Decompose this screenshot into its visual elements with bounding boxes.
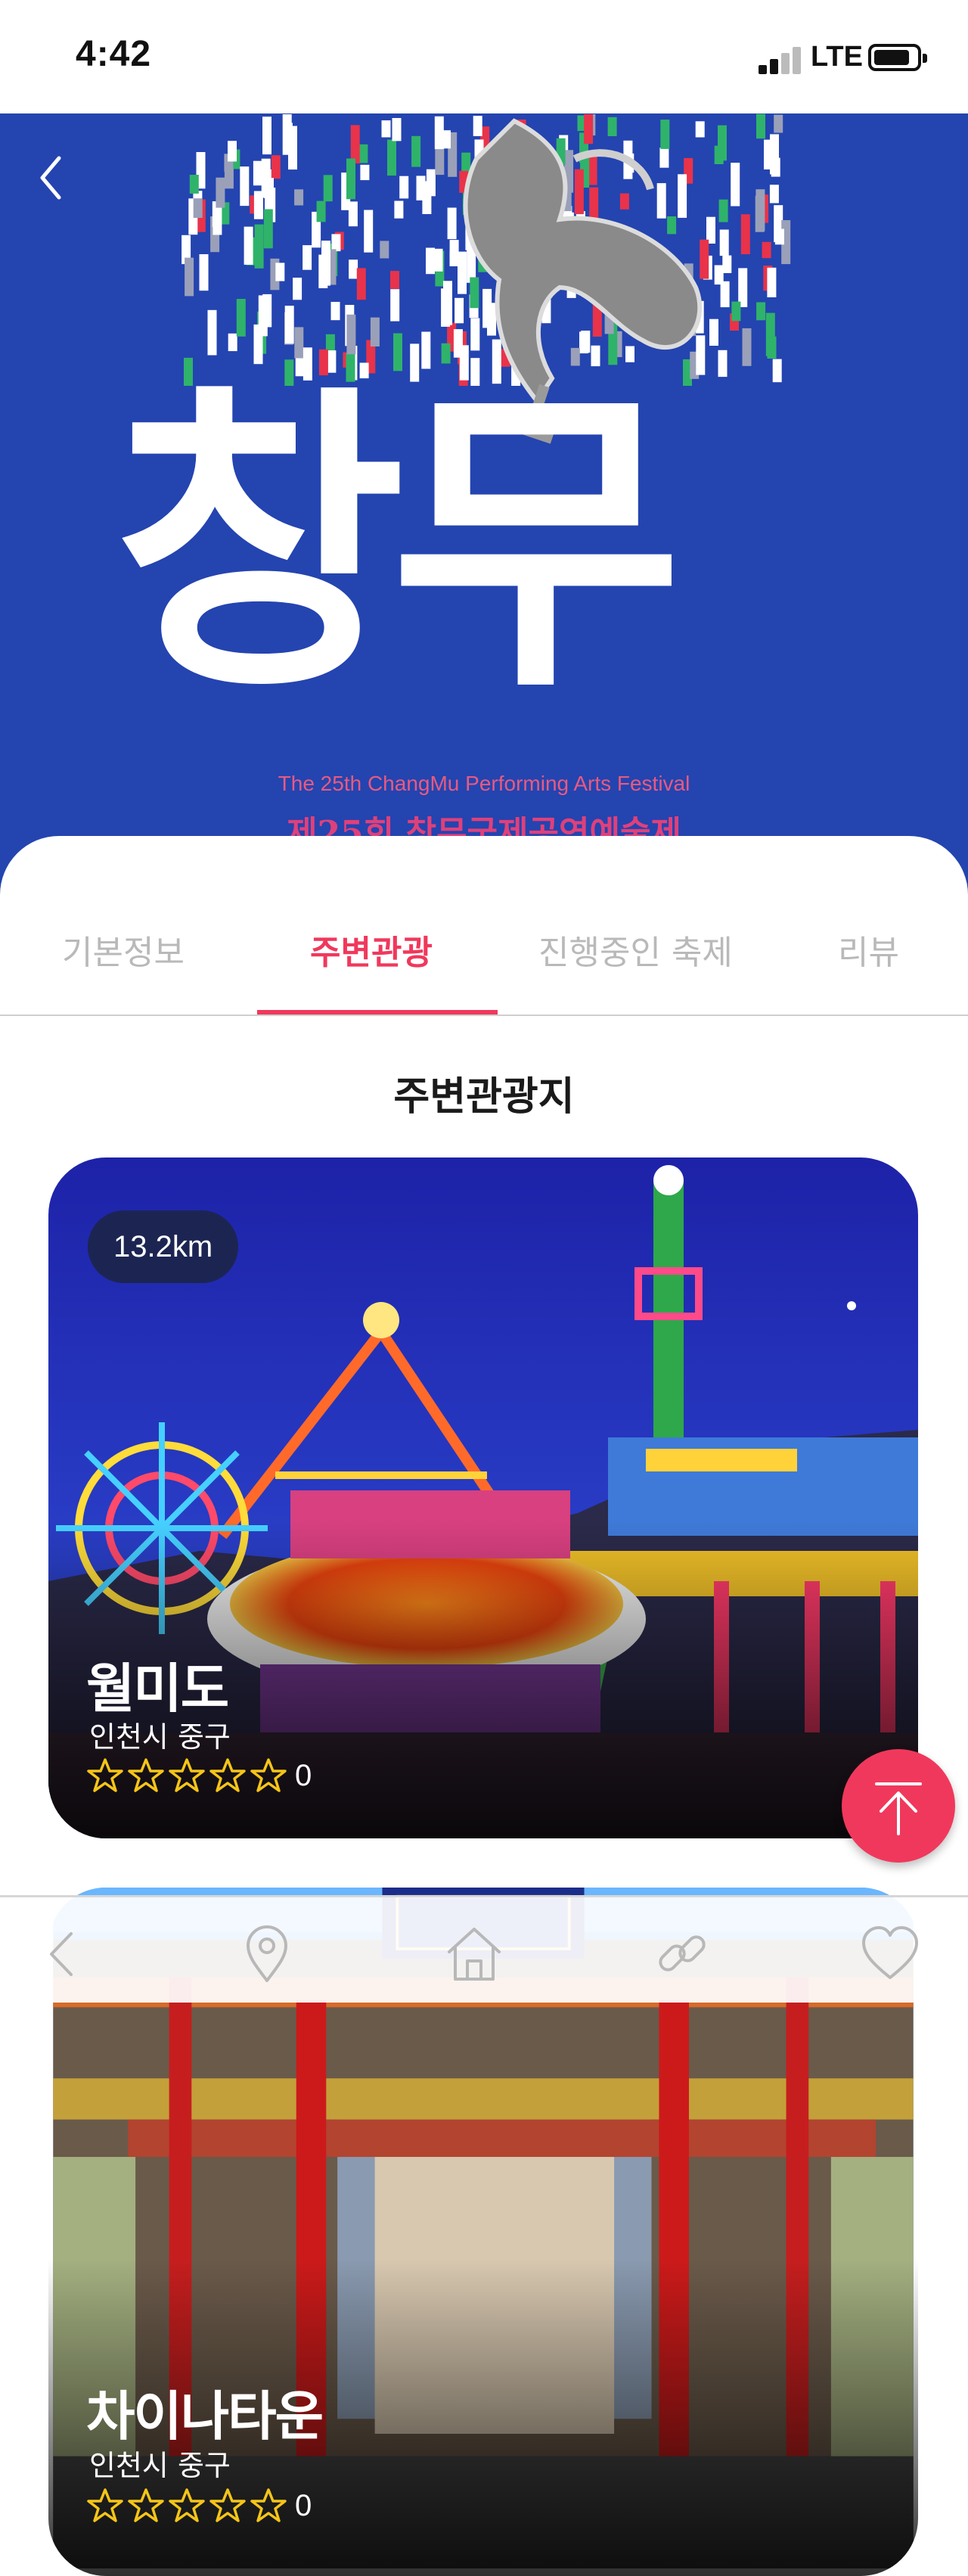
star-icon <box>87 2488 123 2522</box>
poster-title: 창무 <box>113 358 683 731</box>
tab-divider <box>0 1015 968 1016</box>
rating-stars: 0 <box>86 2487 312 2525</box>
status-bar: 4:42 LTE <box>0 0 968 113</box>
rating-value: 0 <box>295 1758 312 1792</box>
rating-value: 0 <box>295 2488 312 2522</box>
signal-icon <box>759 45 804 74</box>
back-arrow-icon[interactable] <box>30 148 76 208</box>
place-location: 인천시 중구 <box>89 2449 231 2482</box>
star-icon <box>128 2488 164 2522</box>
link-icon[interactable] <box>648 1920 716 1988</box>
star-icon <box>169 2488 205 2522</box>
tab-bar: 기본정보 주변관광 진행중인 축제 리뷰 <box>0 836 968 1018</box>
star-icon <box>87 1758 123 1792</box>
star-icon <box>250 2488 287 2522</box>
poster-subtitle-en: The 25th ChangMu Performing Arts Festiva… <box>278 772 690 795</box>
star-icon <box>209 2488 246 2522</box>
chevron-left-icon[interactable] <box>29 1920 97 1988</box>
star-icon <box>128 1758 164 1792</box>
tab-reviews[interactable]: 리뷰 <box>838 925 899 974</box>
heart-icon[interactable] <box>856 1920 924 1988</box>
scroll-to-top-button[interactable] <box>842 1749 955 1863</box>
place-name: 차이나타운 <box>86 2385 324 2447</box>
status-time: 4:42 <box>76 34 152 74</box>
star-icon <box>209 1758 246 1792</box>
star-icon <box>250 1758 287 1792</box>
star-icon <box>169 1758 205 1792</box>
arrow-up-icon <box>875 1782 922 1835</box>
tab-ongoing-festivals[interactable]: 진행중인 축제 <box>538 925 733 974</box>
detail-sheet: 기본정보 주변관광 진행중인 축제 리뷰 주변관광지 13.2km 월미도 인천… <box>0 836 968 2576</box>
rating-stars: 0 <box>86 1757 312 1794</box>
place-location: 인천시 중구 <box>89 1720 231 1754</box>
bottom-navigation <box>0 1895 968 2003</box>
tab-nearby-tourism[interactable]: 주변관광 <box>310 925 433 974</box>
home-icon[interactable] <box>440 1920 508 1988</box>
network-label: LTE <box>811 41 863 73</box>
section-title: 주변관광지 <box>393 1074 575 1120</box>
distance-badge: 13.2km <box>88 1210 239 1283</box>
place-card-wolmido[interactable]: 13.2km 월미도 인천시 중구 0 <box>48 1157 918 1838</box>
battery-icon <box>868 44 927 71</box>
screen: 4:42 LTE 창무 The 25th ChangMu Performing … <box>0 0 968 2576</box>
tab-basic-info[interactable]: 기본정보 <box>62 925 185 974</box>
festival-poster: 창무 The 25th ChangMu Performing Arts Fest… <box>0 113 968 900</box>
map-pin-icon[interactable] <box>233 1920 301 1988</box>
place-name: 월미도 <box>86 1658 229 1720</box>
